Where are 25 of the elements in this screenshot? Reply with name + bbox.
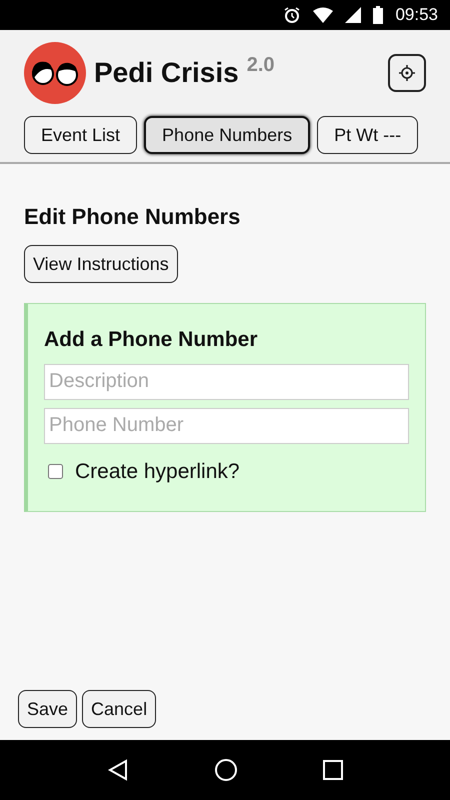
alarm-clock-icon xyxy=(283,6,302,24)
footer-button[interactable]: Cancel xyxy=(82,690,156,728)
checkbox[interactable] xyxy=(48,464,63,479)
home-icon[interactable] xyxy=(214,758,238,782)
app-title: Pedi Crisis xyxy=(94,56,239,90)
page-heading: Edit Phone Numbers xyxy=(24,203,240,231)
input-field[interactable]: Phone Number xyxy=(44,408,409,444)
settings-button[interactable] xyxy=(388,54,426,92)
version-label: 2.0 xyxy=(246,53,275,78)
logo-icon xyxy=(24,42,86,104)
signal-icon xyxy=(345,7,362,23)
checkbox-label: Create hyperlink? xyxy=(75,458,240,484)
input-field[interactable]: Description xyxy=(44,364,409,400)
settings-icon xyxy=(399,65,415,81)
view-instructions-button[interactable]: View Instructions xyxy=(24,245,178,283)
battery-icon xyxy=(373,6,384,24)
tab[interactable]: Phone Numbers xyxy=(144,116,310,154)
tab[interactable]: Pt Wt --- xyxy=(317,116,418,154)
wifi-icon xyxy=(313,7,334,23)
status-time: 09:53 xyxy=(395,4,438,26)
back-icon[interactable] xyxy=(106,759,129,781)
form-title: Add a Phone Number xyxy=(44,327,259,353)
tab[interactable]: Event List xyxy=(24,116,138,154)
recents-icon[interactable] xyxy=(323,760,344,780)
footer-button[interactable]: Save xyxy=(18,690,78,728)
